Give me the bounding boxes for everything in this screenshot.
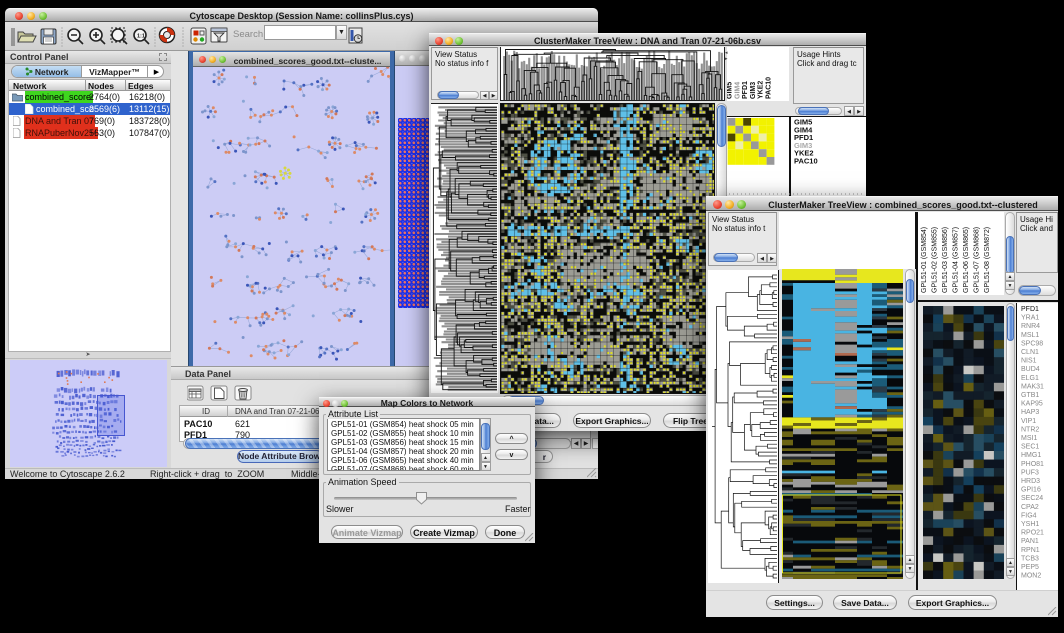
svg-text:SEC1: SEC1	[1021, 444, 1039, 451]
svg-text:MAK31: MAK31	[1021, 383, 1044, 390]
svg-text:VIP1: VIP1	[1021, 418, 1036, 425]
svg-text:KAP95: KAP95	[1021, 401, 1043, 408]
svg-text:MSL1: MSL1	[1021, 332, 1039, 339]
svg-text:MON2: MON2	[1021, 573, 1041, 580]
svg-text:HAP3: HAP3	[1021, 409, 1039, 416]
svg-text:BUD4: BUD4	[1021, 366, 1040, 373]
svg-text:GPL51-01 (GSM854): GPL51-01 (GSM854)	[921, 227, 928, 293]
svg-text:GPL51-08 (GSM872): GPL51-08 (GSM872)	[984, 227, 991, 293]
svg-text:GPL51-06 (GSM865): GPL51-06 (GSM865)	[963, 227, 970, 293]
svg-text:RNR4: RNR4	[1021, 323, 1040, 330]
svg-text:HRD3: HRD3	[1021, 478, 1040, 485]
svg-text:CLN1: CLN1	[1021, 349, 1039, 356]
svg-text:GIM5: GIM5	[727, 82, 734, 99]
svg-text:GTB1: GTB1	[1021, 392, 1039, 399]
svg-text:TCB3: TCB3	[1021, 555, 1039, 562]
svg-text:PEP5: PEP5	[1021, 564, 1039, 571]
svg-text:YRA1: YRA1	[1021, 315, 1039, 322]
svg-text:CPA2: CPA2	[1021, 504, 1039, 511]
svg-text:HMG1: HMG1	[1021, 452, 1041, 459]
svg-text:GIM4: GIM4	[734, 82, 741, 99]
svg-text:FIG4: FIG4	[1021, 512, 1037, 519]
svg-text:PFD1: PFD1	[742, 81, 749, 99]
svg-text:GPL51-03 (GSM856): GPL51-03 (GSM856)	[942, 227, 949, 293]
svg-text:NTR2: NTR2	[1021, 426, 1039, 433]
svg-text:MSI1: MSI1	[1021, 435, 1037, 442]
svg-text:PUF3: PUF3	[1021, 469, 1039, 476]
svg-text:RPO21: RPO21	[1021, 530, 1044, 537]
svg-text:PAC10: PAC10	[766, 77, 773, 99]
svg-text:GPI16: GPI16	[1021, 487, 1041, 494]
svg-text:ELG1: ELG1	[1021, 375, 1039, 382]
svg-text:SEC24: SEC24	[1021, 495, 1043, 502]
svg-text:NIS1: NIS1	[1021, 358, 1037, 365]
svg-text:GPL51-02 (GSM855): GPL51-02 (GSM855)	[932, 227, 939, 293]
svg-text:1:1: 1:1	[137, 34, 145, 40]
svg-text:YKE2: YKE2	[758, 81, 765, 99]
svg-text:RPN1: RPN1	[1021, 547, 1040, 554]
svg-text:PFD1: PFD1	[1021, 306, 1039, 313]
svg-text:GIM3: GIM3	[750, 82, 757, 99]
svg-text:SPC98: SPC98	[1021, 340, 1043, 347]
svg-text:YSH1: YSH1	[1021, 521, 1039, 528]
svg-text:GPL51-04 (GSM857): GPL51-04 (GSM857)	[953, 227, 960, 293]
svg-text:PHO81: PHO81	[1021, 461, 1044, 468]
svg-text:GPL51-07 (GSM868): GPL51-07 (GSM868)	[974, 227, 981, 293]
svg-text:PAN1: PAN1	[1021, 538, 1039, 545]
svg-text:PAC10: PAC10	[794, 157, 818, 166]
